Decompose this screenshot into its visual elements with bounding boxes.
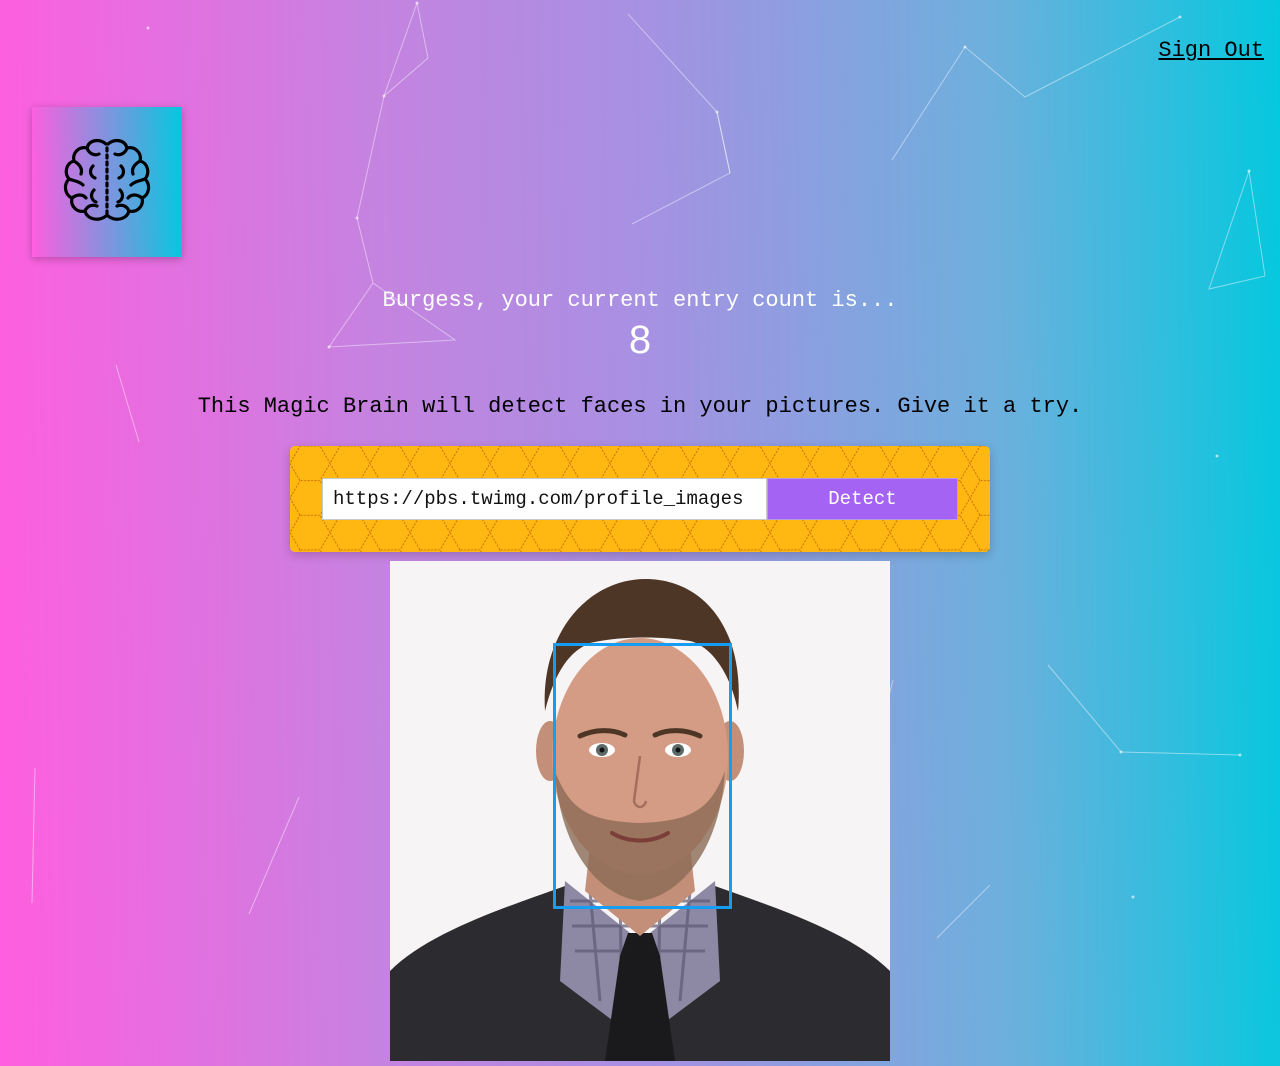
entry-count: 8: [628, 318, 652, 362]
input-image: [390, 561, 890, 1061]
image-url-input[interactable]: [322, 478, 767, 520]
logo[interactable]: [32, 107, 182, 257]
entry-greeting: Burgess, your current entry count is...: [382, 288, 898, 313]
image-link-form: Detect: [290, 446, 990, 552]
detect-button[interactable]: Detect: [767, 478, 958, 520]
sign-out-link[interactable]: Sign Out: [1158, 38, 1264, 63]
tagline: This Magic Brain will detect faces in yo…: [197, 394, 1083, 419]
brain-icon: [63, 138, 151, 221]
top-nav: Sign Out: [1158, 38, 1264, 63]
face-bounding-box: [553, 643, 732, 909]
